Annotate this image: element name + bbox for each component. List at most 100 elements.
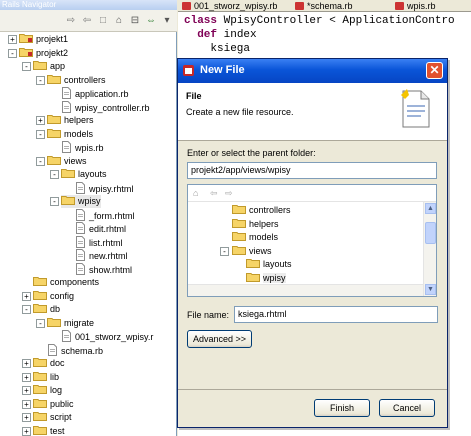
horizontal-scrollbar[interactable] — [188, 284, 423, 296]
tree-item[interactable]: + doc — [22, 357, 65, 370]
expand-icon[interactable]: + — [22, 426, 31, 436]
tree-item[interactable]: - db — [22, 303, 61, 316]
tree-item[interactable]: wpisy.rhtml — [75, 181, 134, 195]
folder-tree-item[interactable]: - views — [220, 245, 272, 258]
editor-tab-bar: 001_stworz_wpisy.rb *schema.rb wpis.rb — [178, 0, 471, 12]
tree-item[interactable]: components — [33, 276, 99, 289]
tree-item[interactable]: - models — [36, 128, 94, 141]
tree-item[interactable]: 001_stworz_wpisy.r — [61, 330, 153, 343]
view-menu-icon[interactable]: ▾ — [160, 14, 174, 28]
project-icon — [19, 47, 33, 57]
tree-item[interactable]: new.rhtml — [75, 249, 128, 262]
code-keyword: class — [184, 15, 218, 27]
tree-item[interactable]: - views — [36, 155, 87, 168]
tab-label: 001_stworz_wpisy.rb — [194, 1, 278, 11]
expand-icon[interactable]: + — [22, 359, 31, 368]
tree-item[interactable]: - projekt2 — [8, 47, 68, 60]
close-icon: ✕ — [429, 63, 440, 77]
tab-schema[interactable]: *schema.rb — [293, 0, 353, 12]
tree-item[interactable]: + lib — [22, 371, 59, 384]
forward-icon[interactable]: ⇨ — [225, 188, 233, 199]
link-editor-icon[interactable]: ⇔ — [144, 14, 158, 28]
expand-icon[interactable]: + — [22, 413, 31, 422]
folder-icon — [47, 317, 61, 327]
tree-item[interactable]: show.rhtml — [75, 262, 132, 276]
collapse-icon[interactable]: - — [220, 246, 229, 256]
expand-icon[interactable]: + — [22, 386, 31, 395]
tree-item[interactable]: - app — [22, 60, 65, 73]
tree-item[interactable]: + public — [22, 398, 74, 411]
vertical-scrollbar[interactable]: ▲ ▼ — [423, 202, 436, 296]
navigator-title: Rails Navigator — [2, 0, 57, 9]
close-button[interactable]: ✕ — [426, 62, 443, 79]
folder-tree[interactable]: ⌂ ⇦ ⇨ controllers helpers models - views layo… — [187, 184, 437, 297]
tab-001-stworz-wpisy[interactable]: 001_stworz_wpisy.rb — [180, 0, 277, 12]
collapse-icon[interactable]: - — [36, 156, 45, 166]
folder-tree-label: views — [249, 245, 272, 256]
file-name-input[interactable]: ksiega.rhtml — [234, 306, 438, 323]
tree-item[interactable]: - controllers — [36, 74, 106, 87]
collapse-icon[interactable]: - — [50, 197, 59, 206]
tree-item[interactable]: schema.rb — [47, 343, 103, 357]
tree-item[interactable]: wpis.rb — [61, 141, 104, 154]
tree-item[interactable]: - wpisy — [50, 195, 101, 208]
folder-tree-item[interactable]: helpers — [232, 218, 279, 231]
forward-icon[interactable]: ⇦ — [80, 14, 94, 28]
up-icon[interactable]: □ — [96, 14, 110, 28]
tree-item[interactable]: - migrate — [36, 317, 94, 330]
finish-button[interactable]: Finish — [314, 399, 370, 417]
folder-tree-item[interactable]: wpisy — [246, 272, 286, 285]
dialog-description: Create a new file resource. — [186, 107, 294, 117]
ruby-file-icon — [295, 2, 304, 10]
collapse-icon[interactable]: - — [36, 318, 45, 328]
tree-item-label: _form.rhtml — [89, 210, 135, 221]
new-file-wizard-icon — [401, 89, 430, 128]
tree-item-label: layouts — [78, 169, 107, 179]
folder-tree-item[interactable]: layouts — [246, 258, 292, 271]
tree-item[interactable]: application.rb — [61, 87, 129, 100]
expand-icon[interactable]: + — [36, 116, 45, 125]
tree-item[interactable]: - layouts — [50, 168, 107, 181]
tree-item-label: db — [50, 304, 61, 314]
tree-item[interactable]: + projekt1 — [8, 33, 68, 46]
advanced-button[interactable]: Advanced >> — [187, 330, 252, 348]
tree-item[interactable]: + config — [22, 290, 74, 303]
scroll-up-icon[interactable]: ▲ — [425, 203, 436, 214]
scroll-down-icon[interactable]: ▼ — [425, 284, 436, 295]
tree-item[interactable]: edit.rhtml — [75, 222, 126, 235]
collapse-icon[interactable]: - — [22, 62, 31, 71]
parent-folder-input[interactable]: projekt2/app/views/wpisy — [187, 162, 437, 179]
dialog-title-bar[interactable]: New File ✕ — [178, 59, 447, 83]
expand-icon[interactable]: + — [22, 399, 31, 409]
expand-icon[interactable]: + — [22, 372, 31, 382]
folder-tree-item[interactable]: models — [232, 231, 278, 244]
tab-wpis[interactable]: wpis.rb — [393, 0, 436, 12]
collapse-icon[interactable]: - — [36, 75, 45, 85]
tree-item[interactable]: + script — [22, 411, 72, 424]
tree-item[interactable]: list.rhtml — [75, 235, 123, 249]
home-icon[interactable]: ⌂ — [112, 14, 126, 28]
tree-item-label: models — [64, 128, 94, 139]
tree-item[interactable]: _form.rhtml — [75, 208, 135, 222]
back-icon[interactable]: ⇨ — [64, 14, 78, 28]
back-icon[interactable]: ⇦ — [210, 188, 218, 199]
home-icon[interactable]: ⌂ — [193, 188, 198, 198]
collapse-icon[interactable]: - — [8, 48, 17, 58]
tree-item[interactable]: wpisy_controller.rb — [61, 100, 150, 114]
collapse-icon[interactable]: - — [22, 305, 31, 314]
expand-icon[interactable]: + — [8, 35, 17, 44]
collapse-icon[interactable]: - — [50, 170, 59, 179]
expand-icon[interactable]: + — [22, 291, 31, 301]
tree-item[interactable]: + test — [22, 425, 65, 436]
collapse-icon[interactable]: - — [36, 129, 45, 139]
tree-item-label: wpisy.rhtml — [89, 183, 134, 194]
tree-item-label: views — [64, 155, 87, 166]
folder-tree-label: helpers — [249, 218, 279, 229]
folder-tree-item[interactable]: controllers — [232, 204, 291, 217]
tree-item[interactable]: + log — [22, 384, 62, 397]
tree-item[interactable]: + helpers — [36, 114, 94, 127]
collapse-all-icon[interactable]: ⊟ — [128, 14, 142, 28]
cancel-button[interactable]: Cancel — [379, 399, 435, 417]
tree-item-label: test — [50, 425, 65, 436]
scroll-thumb[interactable] — [425, 222, 436, 244]
